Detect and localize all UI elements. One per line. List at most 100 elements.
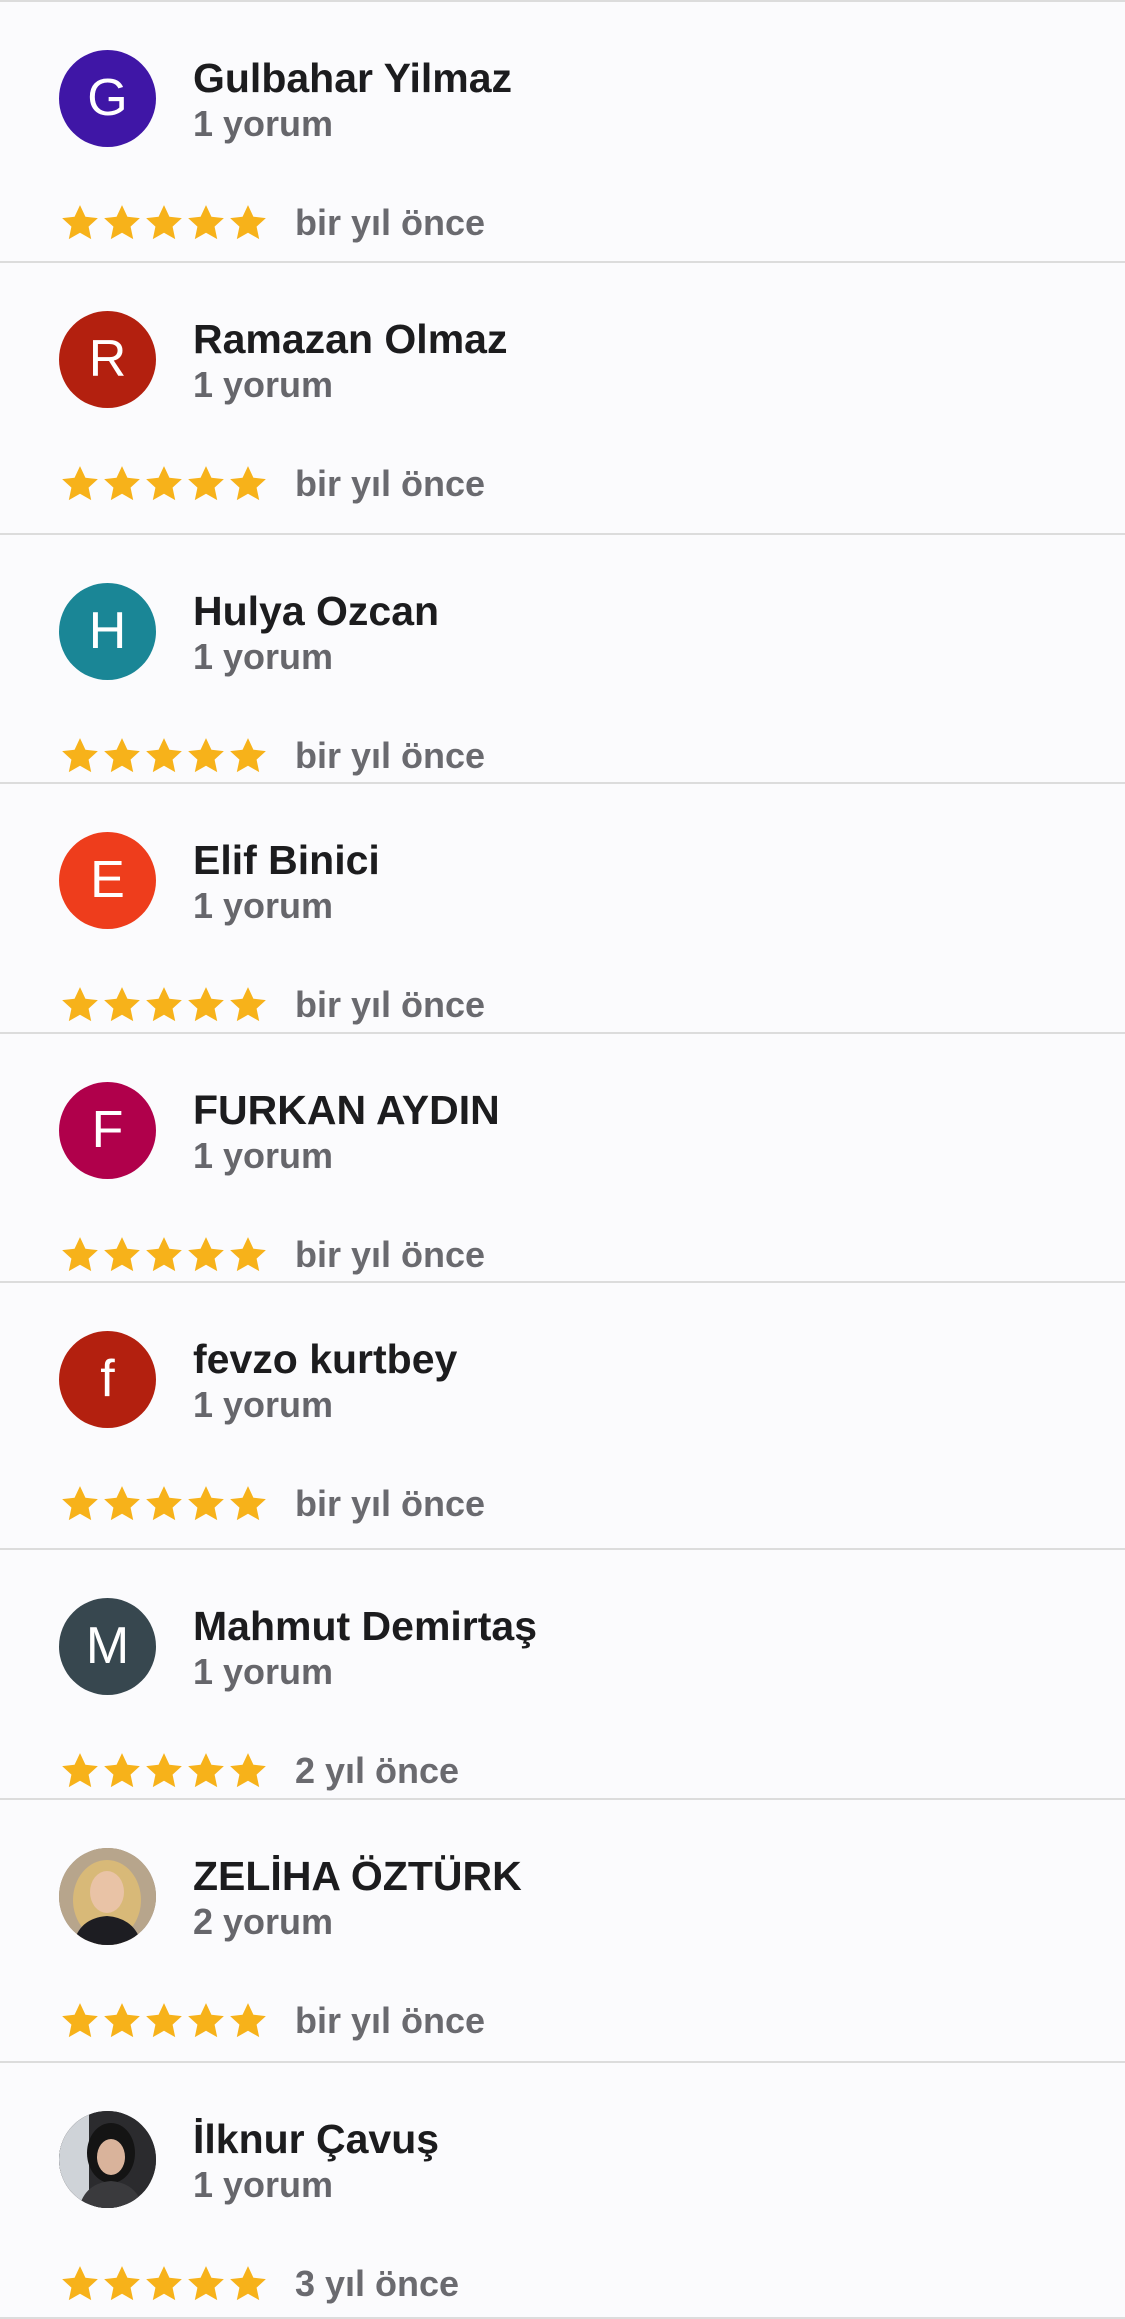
reviewer-name[interactable]: Elif Binici	[193, 836, 380, 884]
star-icon	[104, 987, 140, 1022]
star-icon	[146, 738, 182, 773]
star-rating	[59, 1483, 269, 1525]
avatar[interactable]: M	[59, 1598, 156, 1695]
star-icon	[62, 1237, 98, 1272]
star-icon	[146, 1753, 182, 1788]
reviewer-name[interactable]: FURKAN AYDIN	[193, 1086, 500, 1134]
review-date: 3 yıl önce	[295, 2263, 460, 2304]
star-icon	[230, 738, 266, 773]
review-date: bir yıl önce	[295, 2000, 486, 2041]
review-date: bir yıl önce	[295, 1483, 486, 1524]
star-rating	[59, 2000, 269, 2042]
star-rating	[59, 463, 269, 505]
star-rating	[59, 2263, 269, 2305]
review-count: 1 yorum	[193, 1651, 334, 1692]
star-icon	[230, 1237, 266, 1272]
review-item[interactable]: R Ramazan Olmaz 1 yorum bir yıl önce	[0, 263, 1125, 535]
star-icon	[230, 2003, 266, 2038]
avatar[interactable]: G	[59, 50, 156, 147]
star-icon	[146, 205, 182, 240]
star-icon	[230, 466, 266, 501]
reviewer-name[interactable]: Mahmut Demirtaş	[193, 1602, 537, 1650]
star-icon	[188, 2266, 224, 2301]
star-icon	[62, 466, 98, 501]
star-icon	[62, 205, 98, 240]
star-icon	[146, 2003, 182, 2038]
star-icon	[62, 738, 98, 773]
star-icon	[104, 1486, 140, 1521]
star-icon	[230, 1753, 266, 1788]
reviewer-name[interactable]: Ramazan Olmaz	[193, 315, 507, 363]
reviewer-name[interactable]: fevzo kurtbey	[193, 1335, 457, 1383]
review-count: 1 yorum	[193, 2164, 334, 2205]
star-icon	[188, 2003, 224, 2038]
star-icon	[188, 1237, 224, 1272]
review-item[interactable]: M Mahmut Demirtaş 1 yorum 2 yıl önce	[0, 1550, 1125, 1800]
review-item[interactable]: ZELİHA ÖZTÜRK 2 yorum bir yıl önce	[0, 1800, 1125, 2063]
star-icon	[62, 987, 98, 1022]
star-icon	[146, 1237, 182, 1272]
star-icon	[188, 1753, 224, 1788]
star-icon	[146, 987, 182, 1022]
review-count: 1 yorum	[193, 636, 334, 677]
star-icon	[230, 2266, 266, 2301]
star-icon	[104, 2266, 140, 2301]
avatar[interactable]: E	[59, 832, 156, 929]
review-count: 1 yorum	[193, 885, 334, 926]
review-item[interactable]: G Gulbahar Yilmaz 1 yorum bir yıl önce	[0, 0, 1125, 263]
star-icon	[146, 1486, 182, 1521]
reviewer-name[interactable]: Hulya Ozcan	[193, 587, 439, 635]
review-count: 1 yorum	[193, 1384, 334, 1425]
review-item[interactable]: H Hulya Ozcan 1 yorum bir yıl önce	[0, 535, 1125, 784]
star-icon	[104, 205, 140, 240]
review-date: bir yıl önce	[295, 735, 486, 776]
review-count: 1 yorum	[193, 103, 334, 144]
profile-photo-icon	[59, 2111, 156, 2208]
star-icon	[62, 1753, 98, 1788]
star-icon	[104, 1237, 140, 1272]
star-icon	[188, 205, 224, 240]
review-item[interactable]: İlknur Çavuş 1 yorum 3 yıl önce	[0, 2063, 1125, 2319]
reviewer-name[interactable]: Gulbahar Yilmaz	[193, 54, 512, 102]
review-date: 2 yıl önce	[295, 1750, 460, 1791]
star-icon	[146, 466, 182, 501]
review-item[interactable]: f fevzo kurtbey 1 yorum bir yıl önce	[0, 1283, 1125, 1550]
star-icon	[188, 738, 224, 773]
reviewer-name[interactable]: ZELİHA ÖZTÜRK	[193, 1852, 522, 1900]
review-count: 1 yorum	[193, 364, 334, 405]
avatar[interactable]: f	[59, 1331, 156, 1428]
star-icon	[62, 1486, 98, 1521]
star-icon	[146, 2266, 182, 2301]
star-rating	[59, 202, 269, 244]
star-icon	[230, 1486, 266, 1521]
star-icon	[188, 466, 224, 501]
star-icon	[104, 466, 140, 501]
star-icon	[104, 2003, 140, 2038]
review-item[interactable]: E Elif Binici 1 yorum bir yıl önce	[0, 784, 1125, 1034]
review-count: 1 yorum	[193, 1135, 334, 1176]
star-icon	[230, 987, 266, 1022]
avatar[interactable]: F	[59, 1082, 156, 1179]
reviewer-name[interactable]: İlknur Çavuş	[193, 2115, 439, 2163]
star-icon	[188, 1486, 224, 1521]
star-icon	[104, 1753, 140, 1788]
star-icon	[188, 987, 224, 1022]
review-date: bir yıl önce	[295, 984, 486, 1025]
review-item[interactable]: F FURKAN AYDIN 1 yorum bir yıl önce	[0, 1034, 1125, 1283]
avatar[interactable]	[59, 1848, 156, 1945]
avatar[interactable]: H	[59, 583, 156, 680]
avatar[interactable]	[59, 2111, 156, 2208]
star-icon	[104, 738, 140, 773]
star-icon	[62, 2003, 98, 2038]
star-rating	[59, 1234, 269, 1276]
review-date: bir yıl önce	[295, 463, 486, 504]
star-rating	[59, 735, 269, 777]
review-count: 2 yorum	[193, 1901, 334, 1942]
star-rating	[59, 984, 269, 1026]
review-date: bir yıl önce	[295, 1234, 486, 1275]
profile-photo-icon	[59, 1848, 156, 1945]
star-icon	[230, 205, 266, 240]
avatar[interactable]: R	[59, 311, 156, 408]
review-date: bir yıl önce	[295, 202, 486, 243]
star-rating	[59, 1750, 269, 1792]
